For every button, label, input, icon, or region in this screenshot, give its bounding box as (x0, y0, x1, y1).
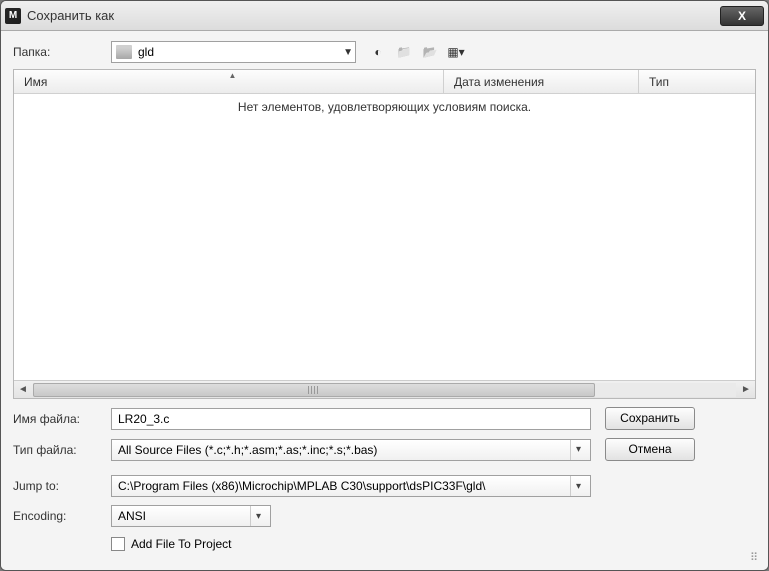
encoding-label: Encoding: (13, 509, 111, 523)
chevron-down-icon: ▾ (250, 506, 266, 526)
chevron-down-icon: ▾ (570, 440, 586, 460)
folder-label: Папка: (13, 45, 111, 59)
sort-indicator-icon: ▲ (229, 71, 237, 80)
back-icon[interactable]: ◐ (368, 42, 388, 62)
scroll-left-icon[interactable]: ◄ (14, 384, 32, 395)
folder-value: gld (138, 45, 154, 59)
filetype-label: Тип файла: (13, 443, 111, 457)
folder-combo[interactable]: gld ▼ (111, 41, 356, 63)
save-as-dialog: M Сохранить как X Папка: gld ▼ ◐ 📁 📂 ▦▾ … (0, 0, 769, 571)
save-button[interactable]: Сохранить (605, 407, 695, 430)
new-folder-icon[interactable]: 📂 (420, 42, 440, 62)
dialog-body: Папка: gld ▼ ◐ 📁 📂 ▦▾ Имя▲ Дата изменени… (1, 31, 768, 570)
resize-grip-icon[interactable]: ⠿ (750, 551, 756, 564)
filename-label: Имя файла: (13, 412, 111, 426)
column-date[interactable]: Дата изменения (444, 70, 639, 93)
empty-message: Нет элементов, удовлетворяющих условиям … (14, 100, 755, 114)
app-icon: M (5, 8, 21, 24)
titlebar[interactable]: M Сохранить как X (1, 1, 768, 31)
toolbar-icons: ◐ 📁 📂 ▦▾ (368, 42, 466, 62)
column-name[interactable]: Имя▲ (14, 70, 444, 93)
jump-value: C:\Program Files (x86)\Microchip\MPLAB C… (118, 479, 485, 493)
horizontal-scrollbar[interactable]: ◄ ► (14, 380, 755, 398)
folder-icon (116, 45, 132, 59)
scroll-track[interactable] (33, 383, 736, 397)
chevron-down-icon: ▼ (343, 47, 353, 58)
up-icon[interactable]: 📁 (394, 42, 414, 62)
scroll-thumb[interactable] (33, 383, 595, 397)
add-to-project-label: Add File To Project (131, 537, 232, 551)
file-listview: Имя▲ Дата изменения Тип Нет элементов, у… (13, 69, 756, 399)
filename-input[interactable] (111, 408, 591, 430)
scroll-right-icon[interactable]: ► (737, 384, 755, 395)
jump-combo[interactable]: C:\Program Files (x86)\Microchip\MPLAB C… (111, 475, 591, 497)
jump-label: Jump to: (13, 479, 111, 493)
close-button[interactable]: X (720, 6, 764, 26)
listview-header: Имя▲ Дата изменения Тип (14, 70, 755, 94)
window-title: Сохранить как (27, 8, 720, 23)
filetype-combo[interactable]: All Source Files (*.c;*.h;*.asm;*.as;*.i… (111, 439, 591, 461)
filetype-value: All Source Files (*.c;*.h;*.asm;*.as;*.i… (118, 443, 377, 457)
view-menu-icon[interactable]: ▦▾ (446, 42, 466, 62)
add-to-project-checkbox[interactable] (111, 537, 125, 551)
chevron-down-icon: ▾ (570, 476, 586, 496)
column-type[interactable]: Тип (639, 70, 755, 93)
cancel-button[interactable]: Отмена (605, 438, 695, 461)
grip-icon (308, 386, 320, 394)
encoding-value: ANSI (118, 509, 146, 523)
listview-body[interactable]: Нет элементов, удовлетворяющих условиям … (14, 94, 755, 380)
encoding-combo[interactable]: ANSI ▾ (111, 505, 271, 527)
